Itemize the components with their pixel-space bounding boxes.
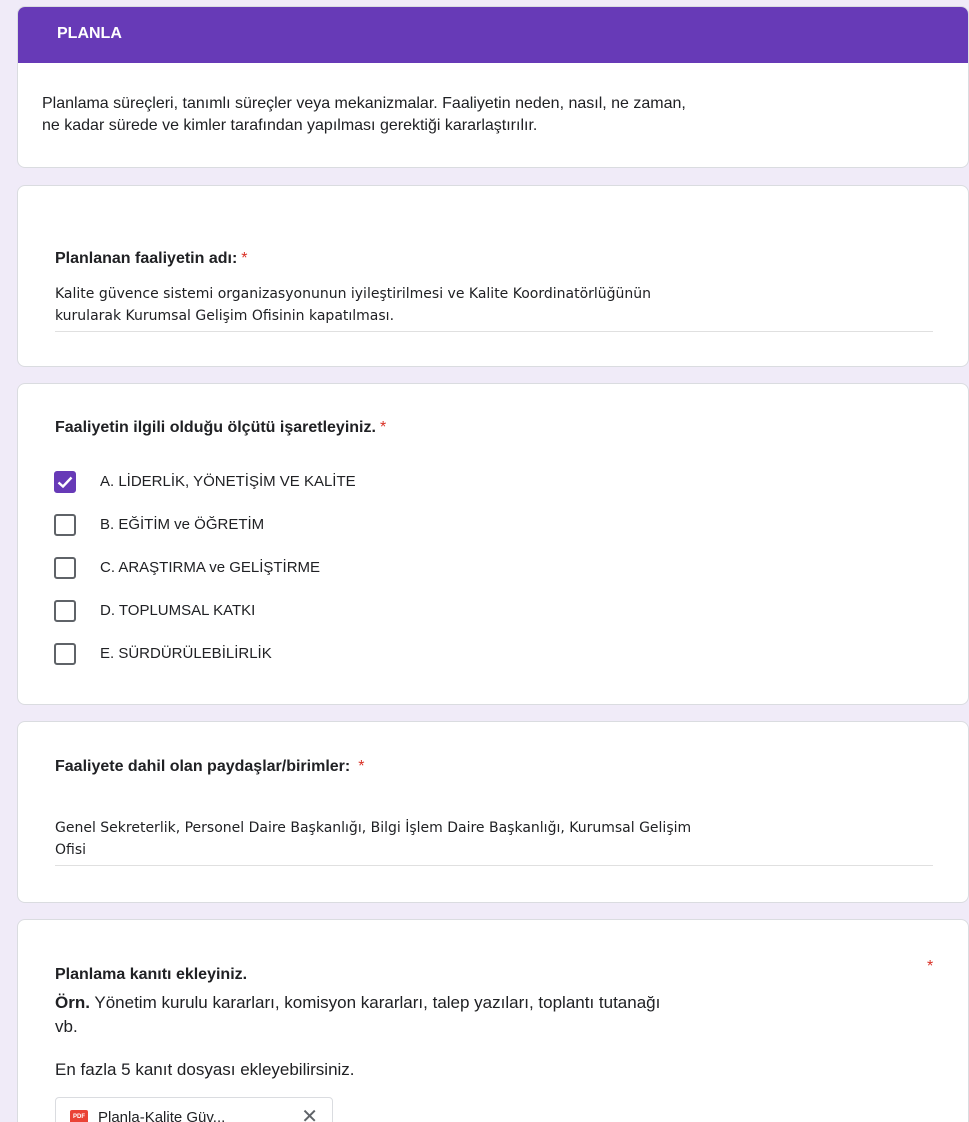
required-mark: * [379, 419, 387, 436]
question-card-activity-name: Planlanan faaliyetin adı: * Kalite güvenc… [17, 185, 969, 367]
checkbox[interactable] [54, 556, 76, 579]
required-mark: * [358, 758, 365, 775]
section-description-line: ne kadar sürede ve kimler tarafından yap… [42, 117, 538, 134]
question-card-stakeholders: Faaliyete dahil olan paydaşlar/birimler:… [17, 721, 969, 903]
checkbox-label: E. SÜRDÜRÜLEBİLİRLİK [100, 645, 272, 662]
checkbox[interactable] [54, 470, 76, 493]
criteria-checklist: A. LİDERLİK, YÖNETİŞİM VE KALİTE B. EĞİT… [18, 460, 356, 675]
section-card: PLANLA Planlama süreçleri, tanımlı süreç… [17, 6, 969, 168]
stakeholders-answer[interactable]: Genel Sekreterlik, Personel Daire Başkan… [55, 817, 933, 866]
remove-file-icon[interactable]: ✕ [301, 1107, 318, 1122]
question-title: Faaliyetin ilgili olduğu ölçütü işaretle… [55, 419, 387, 436]
checkbox-label: D. TOPLUMSAL KATKI [100, 602, 256, 619]
checkbox[interactable] [54, 513, 76, 536]
upload-limit-text: En fazla 5 kanıt dosyası ekleyebilirsini… [55, 1060, 355, 1079]
checkbox-label: A. LİDERLİK, YÖNETİŞİM VE KALİTE [100, 473, 356, 490]
checkbox[interactable] [54, 642, 76, 665]
checkbox-option[interactable]: B. EĞİTİM ve ÖĞRETİM [18, 503, 356, 546]
required-mark: * [927, 958, 934, 975]
checkbox-label: C. ARAŞTIRMA ve GELİŞTİRME [100, 559, 321, 576]
file-name: Planla-Kalite Güv... [98, 1108, 226, 1122]
checkbox-option[interactable]: C. ARAŞTIRMA ve GELİŞTİRME [18, 546, 356, 589]
checkbox[interactable] [54, 599, 76, 622]
checkbox-option[interactable]: E. SÜRDÜRÜLEBİLİRLİK [18, 632, 356, 675]
section-description: Planlama süreçleri, tanımlı süreçler vey… [18, 63, 968, 137]
question-card-evidence-upload: Planlama kanıtı ekleyiniz. * Örn. Yöneti… [17, 919, 969, 1122]
pdf-file-icon: PDF [70, 1110, 88, 1122]
checkbox-option[interactable]: D. TOPLUMSAL KATKI [18, 589, 356, 632]
uploaded-file-chip[interactable]: PDF Planla-Kalite Güv... ✕ [55, 1097, 333, 1122]
checkbox-option[interactable]: A. LİDERLİK, YÖNETİŞİM VE KALİTE [18, 460, 356, 503]
check-icon [57, 476, 73, 488]
section-description-line: Planlama süreçleri, tanımlı süreçler vey… [42, 95, 686, 112]
question-title: Planlanan faaliyetin adı: * [55, 250, 248, 267]
checkbox-label: B. EĞİTİM ve ÖĞRETİM [100, 516, 265, 533]
section-title: PLANLA [18, 7, 968, 63]
example-prefix: Örn. [55, 993, 90, 1012]
activity-name-answer[interactable]: Kalite güvence sistemi organizasyonunun … [55, 283, 933, 332]
question-description: Örn. Yönetim kurulu kararları, komisyon … [55, 993, 661, 1036]
question-title: Planlama kanıtı ekleyiniz. [55, 966, 248, 983]
question-card-criteria: Faaliyetin ilgili olduğu ölçütü işaretle… [17, 383, 969, 705]
required-mark: * [241, 250, 248, 267]
question-title: Faaliyete dahil olan paydaşlar/birimler:… [55, 758, 365, 775]
